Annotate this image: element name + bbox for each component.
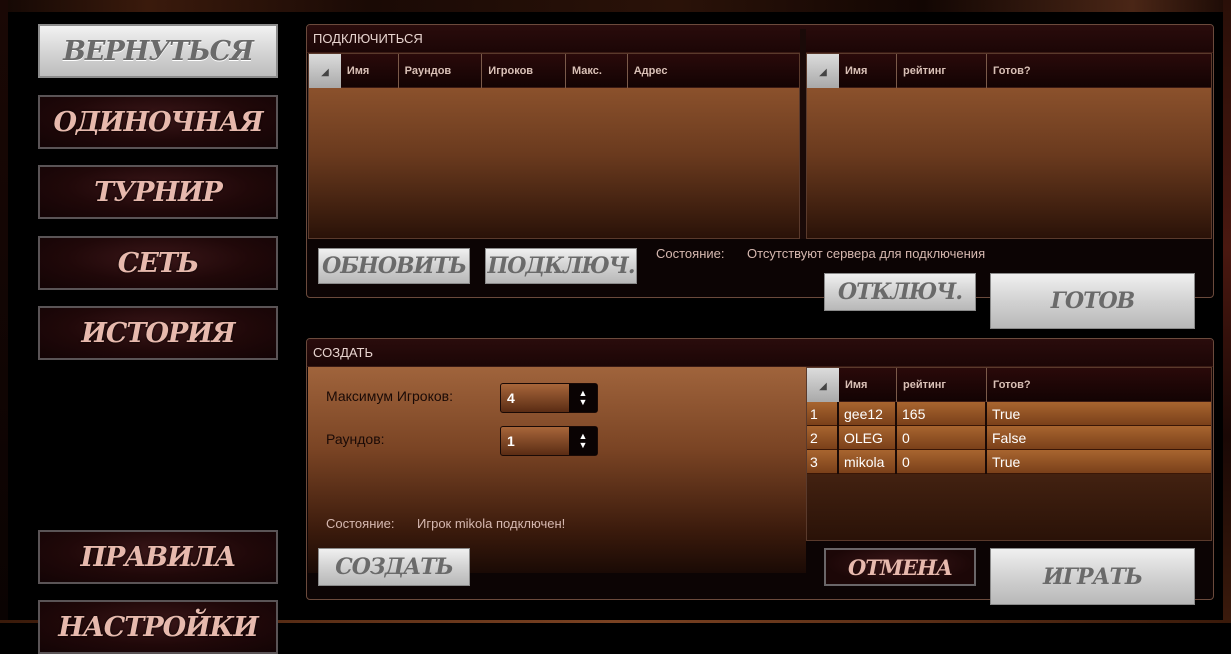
player-ready-cell: True bbox=[992, 454, 1021, 470]
connect-players-grid[interactable]: ◢ Имя рейтинг Готов? bbox=[806, 53, 1212, 239]
back-button[interactable]: ВЕРНУТЬСЯ bbox=[38, 24, 278, 78]
lobby-col-name[interactable]: Имя bbox=[839, 368, 897, 402]
servers-col-players[interactable]: Игроков bbox=[482, 54, 566, 88]
rounds-label: Раундов: bbox=[326, 431, 385, 447]
servers-col-name[interactable]: Имя bbox=[341, 54, 399, 88]
window-right-edge bbox=[1223, 0, 1231, 623]
up-down-arrows-icon[interactable]: ▲ ▼ bbox=[569, 427, 597, 455]
player-rating-cell: 0 bbox=[897, 450, 987, 474]
connect-players-header: ◢ Имя рейтинг Готов? bbox=[807, 54, 1211, 88]
row-number: 3 bbox=[807, 450, 839, 474]
sort-triangle-icon[interactable]: ◢ bbox=[309, 54, 341, 88]
play-button[interactable]: ИГРАТЬ bbox=[990, 548, 1195, 605]
connect-panel-title: ПОДКЛЮЧИТЬСЯ bbox=[307, 25, 1213, 53]
lobby-col-rating[interactable]: рейтинг bbox=[897, 368, 987, 402]
player-name-cell: OLEG bbox=[839, 426, 897, 450]
create-status-label: Состояние: bbox=[326, 516, 395, 531]
tournament-button[interactable]: ТУРНИР bbox=[38, 165, 278, 219]
row-number: 2 bbox=[807, 426, 839, 450]
cancel-button[interactable]: ОТМЕНА bbox=[824, 548, 976, 586]
connect-players-col-ready[interactable]: Готов? bbox=[987, 54, 1211, 88]
max-players-stepper[interactable]: 4 ▲ ▼ bbox=[500, 383, 598, 413]
player-name-cell: mikola bbox=[839, 450, 897, 474]
max-players-label: Максимум Игроков: bbox=[326, 388, 453, 404]
table-row[interactable]: 2 OLEG 0 False bbox=[807, 426, 1211, 450]
disconnect-button[interactable]: ОТКЛЮЧ. bbox=[824, 273, 976, 311]
rules-button[interactable]: ПРАВИЛА bbox=[38, 530, 278, 584]
sort-triangle-icon[interactable]: ◢ bbox=[807, 368, 839, 402]
player-ready-cell: False bbox=[992, 430, 1027, 446]
network-button[interactable]: СЕТЬ bbox=[38, 236, 278, 290]
servers-grid-header: ◢ Имя Раундов Игроков Макс. Адрес bbox=[309, 54, 799, 88]
connect-button[interactable]: ПОДКЛЮЧ. bbox=[485, 248, 637, 284]
lobby-col-ready[interactable]: Готов? bbox=[987, 368, 1211, 402]
up-down-arrows-icon[interactable]: ▲ ▼ bbox=[569, 384, 597, 412]
ready-button[interactable]: ГОТОВ bbox=[990, 273, 1195, 329]
servers-col-rounds[interactable]: Раундов bbox=[399, 54, 483, 88]
servers-col-max[interactable]: Макс. bbox=[566, 54, 628, 88]
refresh-button[interactable]: ОБНОВИТЬ bbox=[318, 248, 470, 284]
window-left-edge bbox=[0, 0, 8, 623]
row-number: 1 bbox=[807, 402, 839, 426]
table-row[interactable]: 1 gee12 165 True bbox=[807, 402, 1211, 426]
sort-triangle-icon[interactable]: ◢ bbox=[807, 54, 839, 88]
history-button[interactable]: ИСТОРИЯ bbox=[38, 306, 278, 360]
max-players-value[interactable]: 4 bbox=[501, 384, 569, 412]
connect-players-col-name[interactable]: Имя bbox=[839, 54, 897, 88]
connect-players-col-rating[interactable]: рейтинг bbox=[897, 54, 987, 88]
player-name-cell: gee12 bbox=[839, 402, 897, 426]
create-status-text: Игрок mikola подключен! bbox=[417, 516, 566, 531]
player-ready-cell: True bbox=[992, 406, 1021, 422]
lobby-players-grid[interactable]: ◢ Имя рейтинг Готов? 1 gee12 165 True 2 … bbox=[806, 367, 1212, 541]
rounds-stepper[interactable]: 1 ▲ ▼ bbox=[500, 426, 598, 456]
player-rating-cell: 165 bbox=[897, 402, 987, 426]
servers-grid[interactable]: ◢ Имя Раундов Игроков Макс. Адрес bbox=[308, 53, 800, 239]
connect-status-label: Состояние: bbox=[656, 246, 725, 261]
connect-status-text: Отсутствуют сервера для подключения bbox=[747, 246, 986, 261]
settings-button[interactable]: НАСТРОЙКИ bbox=[38, 600, 278, 654]
lobby-players-header: ◢ Имя рейтинг Готов? bbox=[807, 368, 1211, 402]
table-row[interactable]: 3 mikola 0 True bbox=[807, 450, 1211, 474]
player-rating-cell: 0 bbox=[897, 426, 987, 450]
window-top-edge bbox=[0, 0, 1231, 12]
create-button[interactable]: СОЗДАТЬ bbox=[318, 548, 470, 586]
create-panel-title: СОЗДАТЬ bbox=[307, 339, 1213, 367]
single-player-button[interactable]: ОДИНОЧНАЯ bbox=[38, 95, 278, 149]
rounds-value[interactable]: 1 bbox=[501, 427, 569, 455]
servers-col-address[interactable]: Адрес bbox=[628, 54, 799, 88]
